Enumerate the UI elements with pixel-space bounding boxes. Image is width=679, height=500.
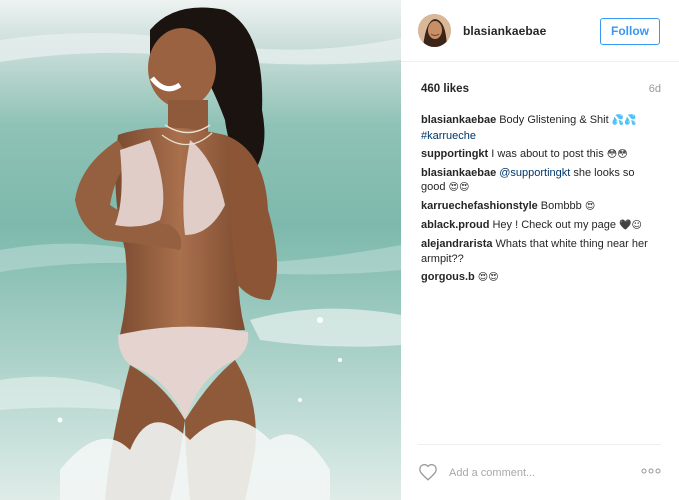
post-photo-image [0, 0, 401, 500]
comment-emoji: 😍😍 [448, 182, 470, 193]
comment: ablack.proud Hey ! Check out my page 🖤☺ [421, 218, 661, 234]
comment-text: Bombbb [540, 200, 585, 212]
comment-emoji: 😍 [584, 201, 596, 212]
comments-list: blasiankaebae Body Glistening & Shit 💦💦 #k… [421, 113, 661, 289]
comment: alejandrarista Whats that white thing nea… [421, 237, 661, 266]
more-options-icon[interactable] [641, 467, 661, 475]
comment-emoji: 💦💦 [611, 115, 637, 126]
likes-count[interactable]: 460 likes [421, 83, 469, 95]
likes-row: 460 likes 6d [421, 83, 661, 97]
comment-author[interactable]: blasiankaebae [421, 114, 496, 126]
post-photo[interactable] [0, 0, 401, 500]
comment-text: I was about to post this [491, 147, 607, 160]
comment: karruechefashionstyle Bombbb 😍 [421, 199, 661, 215]
comment-author[interactable]: karruechefashionstyle [421, 200, 538, 212]
comment-author[interactable]: supportingkt [421, 148, 488, 160]
comment-text: Hey ! Check out my page [492, 219, 620, 231]
comment-author[interactable]: ablack.proud [421, 219, 489, 231]
comment: blasiankaebae @supportingkt she looks so … [421, 166, 661, 196]
comment-emoji: 😳😳 [606, 148, 628, 160]
comment-emoji: 😍😍 [477, 271, 499, 283]
post-header: blasiankaebae Follow [401, 0, 679, 62]
avatar-image [418, 14, 451, 47]
post-username[interactable]: blasiankaebae [463, 24, 546, 38]
follow-button[interactable]: Follow [600, 18, 660, 45]
mention-link[interactable]: @supportingkt [499, 167, 570, 179]
post-footer [418, 444, 661, 500]
comment: blasiankaebae Body Glistening & Shit 💦💦 #k… [421, 113, 661, 143]
comment-emoji: 🖤☺ [619, 220, 642, 231]
post-timestamp[interactable]: 6d [649, 83, 661, 95]
post-details-panel: blasiankaebae Follow 460 likes 6d blasia… [401, 0, 679, 500]
hashtag-link[interactable]: #karrueche [421, 130, 476, 142]
comment-text: Body Glistening & Shit [499, 114, 612, 126]
comment-author[interactable]: blasiankaebae [421, 167, 496, 179]
comment-author[interactable]: gorgous.b [421, 271, 475, 283]
comment: gorgous.b 😍😍 [421, 270, 661, 286]
add-comment-input[interactable] [449, 465, 619, 481]
comment: supportingkt I was about to post this 😳😳 [421, 147, 661, 163]
avatar[interactable] [418, 14, 451, 47]
heart-icon[interactable] [418, 463, 438, 481]
comment-author[interactable]: alejandrarista [421, 238, 493, 250]
